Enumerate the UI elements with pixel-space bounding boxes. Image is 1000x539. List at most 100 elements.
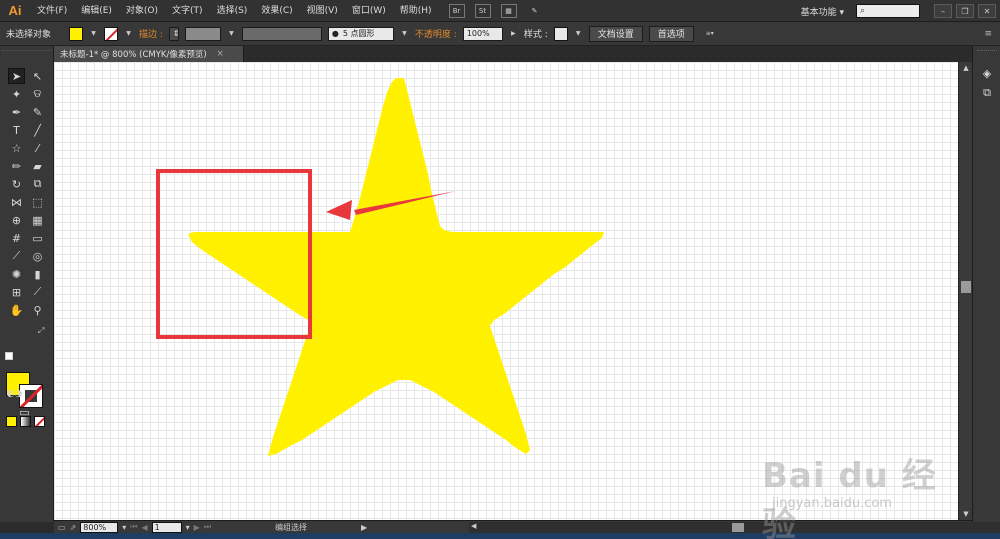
horizontal-scrollbar[interactable]: ◀ ▶ bbox=[469, 522, 1000, 533]
minimize-button[interactable]: – bbox=[934, 4, 952, 18]
magic-wand-icon[interactable]: ✦ bbox=[8, 86, 25, 102]
menu-item[interactable]: 对象(O) bbox=[119, 0, 165, 22]
line-tool-icon[interactable]: ╱ bbox=[29, 122, 46, 138]
close-button[interactable]: ✕ bbox=[978, 4, 996, 18]
document-tab[interactable]: 未标题-1* @ 800% (CMYK/像素预览) × bbox=[54, 46, 244, 62]
menu-bar: Ai 文件(F) 编辑(E) 对象(O) 文字(T) 选择(S) 效果(C) 视图(V) 窗口… bbox=[0, 0, 1000, 22]
perspective-grid-icon[interactable]: ▦ bbox=[29, 212, 46, 228]
arrange-documents-icon[interactable]: ▦ bbox=[500, 3, 517, 18]
menu-item[interactable]: 选择(S) bbox=[210, 0, 255, 22]
zoom-level-input[interactable]: 800% bbox=[80, 521, 119, 533]
menu-item[interactable]: 视图(V) bbox=[300, 0, 345, 22]
paintbrush-icon[interactable]: ⁄ bbox=[29, 140, 46, 156]
screen-mode-icon[interactable]: ▭ bbox=[16, 404, 33, 420]
chevron-down-icon[interactable]: ▼ bbox=[574, 27, 583, 41]
chevron-down-icon[interactable]: ▼ bbox=[400, 27, 409, 41]
right-dock: ◈ ⧉ bbox=[972, 46, 1000, 522]
stock-icon[interactable]: St bbox=[474, 3, 491, 18]
artboards-icon[interactable]: ⧉ bbox=[979, 86, 995, 100]
swap-colors-icon[interactable]: ⤢ bbox=[38, 326, 44, 336]
shape-builder-icon[interactable]: ⊕ bbox=[8, 212, 25, 228]
menu-item[interactable]: 效果(C) bbox=[254, 0, 299, 22]
mesh-icon[interactable]: # bbox=[8, 230, 25, 246]
restore-button[interactable]: ❐ bbox=[956, 4, 974, 18]
column-graph-icon[interactable]: ▮ bbox=[29, 266, 46, 282]
type-tool-icon[interactable]: T bbox=[8, 122, 25, 138]
variable-width-profile[interactable] bbox=[241, 26, 322, 41]
panel-grip[interactable] bbox=[2, 50, 52, 58]
scrollbar-thumb[interactable] bbox=[961, 281, 971, 293]
last-artboard-icon[interactable]: ⏭ bbox=[204, 522, 211, 532]
opacity-input[interactable]: 100% bbox=[462, 26, 503, 41]
scroll-down-icon[interactable]: ▼ bbox=[959, 508, 973, 520]
blend-icon[interactable]: ◎ bbox=[29, 248, 46, 264]
scroll-up-icon[interactable]: ▲ bbox=[959, 62, 973, 74]
graphic-style-swatch[interactable] bbox=[553, 26, 568, 41]
rotate-icon[interactable]: ↻ bbox=[8, 176, 25, 192]
chevron-right-icon[interactable]: ▶ bbox=[361, 523, 367, 532]
scroll-left-icon[interactable]: ◀ bbox=[471, 522, 476, 530]
menu-item[interactable]: 窗口(W) bbox=[345, 0, 393, 22]
align-options-icon[interactable]: ≡▾ bbox=[700, 27, 720, 41]
lasso-icon[interactable]: ଡ bbox=[29, 86, 46, 102]
scale-icon[interactable]: ⧉ bbox=[29, 176, 46, 192]
draw-mode-icon[interactable]: ◐◑ bbox=[6, 386, 23, 402]
gpu-performance-icon[interactable]: ✎ bbox=[527, 4, 543, 18]
share-icon[interactable]: ⇗ bbox=[70, 523, 77, 532]
free-transform-icon[interactable]: ⬚ bbox=[29, 194, 46, 210]
selection-tool-icon[interactable]: ➤ bbox=[8, 68, 25, 84]
zoom-icon[interactable]: ⚲ bbox=[29, 302, 46, 318]
none-mode-icon[interactable] bbox=[34, 416, 45, 427]
yellow-star[interactable] bbox=[188, 78, 604, 456]
chevron-down-icon[interactable]: ▾ bbox=[186, 523, 190, 532]
close-icon[interactable]: × bbox=[217, 49, 224, 59]
menu-item[interactable]: 文件(F) bbox=[30, 0, 74, 22]
preferences-button[interactable]: 首选项 bbox=[648, 25, 694, 42]
selection-status: 未选择对象 bbox=[6, 30, 52, 40]
artboard-icon[interactable]: ⊞ bbox=[8, 284, 25, 300]
menu-item[interactable]: 文字(T) bbox=[165, 0, 210, 22]
stroke-swatch[interactable] bbox=[104, 26, 119, 41]
width-tool-icon[interactable]: ⋈ bbox=[8, 194, 25, 210]
artboard-number-input[interactable]: 1 bbox=[151, 521, 182, 533]
brush-definition[interactable]: ● 5 点圆形 bbox=[327, 26, 394, 41]
document-setup-button[interactable]: 文档设置 bbox=[588, 25, 643, 42]
chevron-down-icon[interactable]: ▼ bbox=[124, 27, 133, 41]
eyedropper-icon[interactable]: ⟋ bbox=[8, 248, 25, 264]
search-input[interactable]: ⌕ bbox=[856, 4, 920, 18]
first-artboard-icon[interactable]: ⏮ bbox=[130, 522, 137, 532]
layers-icon[interactable]: ◈ bbox=[979, 66, 995, 80]
stroke-label[interactable]: 描边 : bbox=[139, 27, 163, 40]
vertical-scrollbar[interactable]: ▲ ▼ bbox=[958, 62, 972, 520]
stroke-weight-input[interactable] bbox=[184, 26, 221, 41]
chevron-down-icon[interactable]: ▾ bbox=[122, 523, 126, 532]
direct-selection-tool-icon[interactable]: ↖ bbox=[29, 68, 46, 84]
slice-icon[interactable]: ⟋ bbox=[29, 284, 46, 300]
pencil-icon[interactable]: ✏ bbox=[8, 158, 25, 174]
pen-tool-icon[interactable]: ✒ bbox=[8, 104, 25, 120]
bridge-icon[interactable]: Br bbox=[448, 3, 465, 18]
artboard-canvas[interactable] bbox=[54, 62, 958, 520]
chevron-down-icon[interactable]: ▼ bbox=[227, 27, 236, 41]
eraser-icon[interactable]: ▰ bbox=[29, 158, 46, 174]
default-colors-icon[interactable] bbox=[5, 352, 13, 360]
star-tool-icon[interactable]: ☆ bbox=[8, 140, 25, 156]
curvature-tool-icon[interactable]: ✎ bbox=[29, 104, 46, 120]
menu-item[interactable]: 编辑(E) bbox=[74, 0, 119, 22]
stroke-weight-stepper[interactable]: ⇕ bbox=[168, 26, 180, 41]
symbol-sprayer-icon[interactable]: ✺ bbox=[8, 266, 25, 282]
next-artboard-icon[interactable]: ▶ bbox=[194, 523, 200, 532]
hand-icon[interactable]: ✋ bbox=[8, 302, 25, 318]
opacity-label[interactable]: 不透明度 : bbox=[415, 27, 457, 40]
chevron-right-icon[interactable]: ▶ bbox=[509, 27, 518, 41]
chevron-down-icon[interactable]: ▼ bbox=[89, 27, 98, 41]
gradient-icon[interactable]: ▭ bbox=[29, 230, 46, 246]
prev-artboard-icon[interactable]: ◀ bbox=[141, 523, 147, 532]
fill-swatch[interactable] bbox=[69, 26, 84, 41]
panel-menu-icon[interactable]: ≡ bbox=[984, 29, 992, 39]
menu-item[interactable]: 帮助(H) bbox=[393, 0, 439, 22]
scrollbar-thumb[interactable] bbox=[732, 523, 744, 532]
status-info[interactable]: 编组选择 bbox=[275, 522, 307, 533]
workspace-switcher[interactable]: 基本功能 ▾ bbox=[801, 5, 856, 18]
panel-grip[interactable] bbox=[977, 50, 997, 56]
